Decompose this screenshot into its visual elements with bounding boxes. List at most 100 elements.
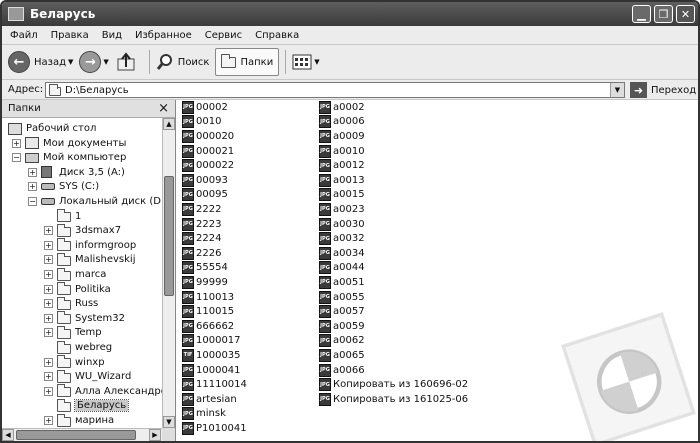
expand-icon[interactable]: +: [44, 240, 53, 250]
expand-icon[interactable]: +: [44, 226, 53, 236]
file-item[interactable]: JPG 666662: [182, 319, 234, 334]
forward-button[interactable]: → ▼: [79, 51, 109, 73]
back-dropdown-icon[interactable]: ▼: [68, 58, 73, 66]
expand-icon[interactable]: +: [44, 255, 53, 265]
file-item[interactable]: JPG a0055: [319, 290, 365, 305]
file-item[interactable]: JPG a0009: [319, 129, 365, 144]
back-button[interactable]: ← Назад ▼: [8, 51, 73, 73]
file-item[interactable]: JPG a0030: [319, 217, 365, 232]
tree-item[interactable]: − Локальный диск (D:): [28, 194, 162, 209]
file-item[interactable]: JPG a0065: [319, 348, 365, 363]
expand-icon[interactable]: +: [44, 328, 53, 338]
file-item[interactable]: JPG 000020: [182, 129, 234, 144]
expand-icon[interactable]: +: [44, 372, 53, 382]
tree-item[interactable]: + Алла Александровна: [44, 384, 162, 399]
restore-button[interactable]: ❐: [654, 5, 673, 23]
scroll-thumb[interactable]: [164, 176, 174, 296]
file-item[interactable]: JPG 110015: [182, 304, 234, 319]
file-item[interactable]: JPG 0010: [182, 115, 221, 130]
tree-item[interactable]: + System32: [44, 311, 125, 326]
collapse-icon[interactable]: −: [12, 153, 21, 163]
file-item[interactable]: JPG 000021: [182, 144, 234, 159]
file-item[interactable]: JPG 55554: [182, 261, 228, 276]
expand-icon[interactable]: +: [44, 357, 53, 367]
file-item[interactable]: JPG a0002: [319, 100, 365, 115]
tree-item[interactable]: + WU_Wizard: [44, 369, 131, 384]
menu-tools[interactable]: Сервис: [205, 30, 242, 41]
tree-item[interactable]: + Temp: [44, 325, 102, 340]
file-item[interactable]: JPG 110013: [182, 290, 234, 305]
tree-item[interactable]: Рабочий стол: [8, 121, 96, 136]
tree-item[interactable]: + марина: [44, 413, 114, 428]
file-item[interactable]: JPG a0013: [319, 173, 365, 188]
tree-item[interactable]: + informgroop: [44, 238, 136, 253]
file-item[interactable]: JPG 2222: [182, 202, 221, 217]
menu-file[interactable]: Файл: [10, 30, 38, 41]
file-item[interactable]: JPG a0062: [319, 334, 365, 349]
tree-item[interactable]: + winxp: [44, 355, 105, 370]
menu-favorites[interactable]: Избранное: [135, 30, 192, 41]
file-item[interactable]: JPG Копировать из 161025-06: [319, 392, 468, 407]
file-item[interactable]: JPG a0015: [319, 188, 365, 203]
tree-item[interactable]: webreg: [44, 340, 112, 355]
file-item[interactable]: JPG a0006: [319, 115, 365, 130]
tree-horizontal-scrollbar[interactable]: ◀ ▶: [2, 428, 162, 441]
tree-item[interactable]: + Мои документы: [12, 136, 126, 151]
menu-help[interactable]: Справка: [255, 30, 299, 41]
expand-icon[interactable]: +: [44, 313, 53, 323]
close-pane-icon[interactable]: ×: [158, 101, 169, 116]
tree-item[interactable]: − Мой компьютер: [12, 150, 126, 165]
menu-view[interactable]: Вид: [102, 30, 122, 41]
tree-item[interactable]: Беларусь: [44, 398, 130, 413]
file-item[interactable]: JPG a0010: [319, 144, 365, 159]
minimize-button[interactable]: ▁: [632, 5, 651, 23]
close-button[interactable]: ✕: [676, 5, 695, 23]
file-item[interactable]: JPG 2223: [182, 217, 221, 232]
menu-edit[interactable]: Правка: [51, 30, 89, 41]
title-bar[interactable]: Беларусь ▁ ❐ ✕: [2, 2, 698, 26]
scroll-right-icon[interactable]: ▶: [149, 429, 161, 441]
expand-icon[interactable]: +: [44, 299, 53, 309]
file-item[interactable]: JPG 00095: [182, 188, 228, 203]
expand-icon[interactable]: +: [12, 138, 21, 148]
file-item[interactable]: JPG artesian: [182, 392, 237, 407]
file-item[interactable]: JPG a0057: [319, 304, 365, 319]
file-item[interactable]: JPG a0012: [319, 158, 365, 173]
expand-icon[interactable]: +: [44, 416, 53, 425]
forward-dropdown-icon[interactable]: ▼: [103, 58, 108, 66]
tree-item[interactable]: + SYS (C:): [28, 179, 99, 194]
expand-icon[interactable]: +: [44, 386, 53, 396]
tree-item[interactable]: 1: [44, 209, 81, 224]
file-item[interactable]: JPG minsk: [182, 407, 226, 422]
tree-vertical-scrollbar[interactable]: ▲ ▼: [162, 118, 175, 428]
file-item[interactable]: JPG a0034: [319, 246, 365, 261]
address-dropdown-icon[interactable]: ▼: [610, 83, 624, 97]
file-item[interactable]: JPG a0032: [319, 231, 365, 246]
file-item[interactable]: JPG 1000017: [182, 334, 241, 349]
expand-icon[interactable]: +: [28, 182, 37, 192]
scroll-down-icon[interactable]: ▼: [163, 416, 175, 428]
file-item[interactable]: JPG 2226: [182, 246, 221, 261]
scroll-thumb[interactable]: [16, 430, 136, 440]
file-item[interactable]: JPG a0059: [319, 319, 365, 334]
folders-button[interactable]: Папки: [215, 48, 280, 76]
file-item[interactable]: JPG 99999: [182, 275, 228, 290]
views-dropdown-icon[interactable]: ▼: [314, 58, 319, 66]
file-item[interactable]: JPG 11110014: [182, 377, 247, 392]
expand-icon[interactable]: +: [28, 167, 37, 177]
expand-icon[interactable]: +: [44, 270, 53, 279]
file-item[interactable]: JPG a0023: [319, 202, 365, 217]
file-item[interactable]: JPG Копировать из 160696-02: [319, 377, 468, 392]
tree-item[interactable]: + Politika: [44, 282, 111, 297]
tree-item[interactable]: + Malishevskij: [44, 252, 136, 267]
views-button[interactable]: ▼: [292, 54, 320, 70]
scroll-left-icon[interactable]: ◀: [2, 429, 14, 441]
file-item[interactable]: JPG 1000041: [182, 363, 241, 378]
file-item[interactable]: JPG a0044: [319, 261, 365, 276]
file-item[interactable]: JPG P1010041: [182, 421, 247, 436]
file-item[interactable]: JPG a0051: [319, 275, 365, 290]
collapse-icon[interactable]: −: [28, 197, 37, 206]
tree-item[interactable]: +3dsmax7: [44, 223, 121, 238]
scroll-up-icon[interactable]: ▲: [163, 118, 175, 130]
file-item[interactable]: JPG a0066: [319, 363, 365, 378]
